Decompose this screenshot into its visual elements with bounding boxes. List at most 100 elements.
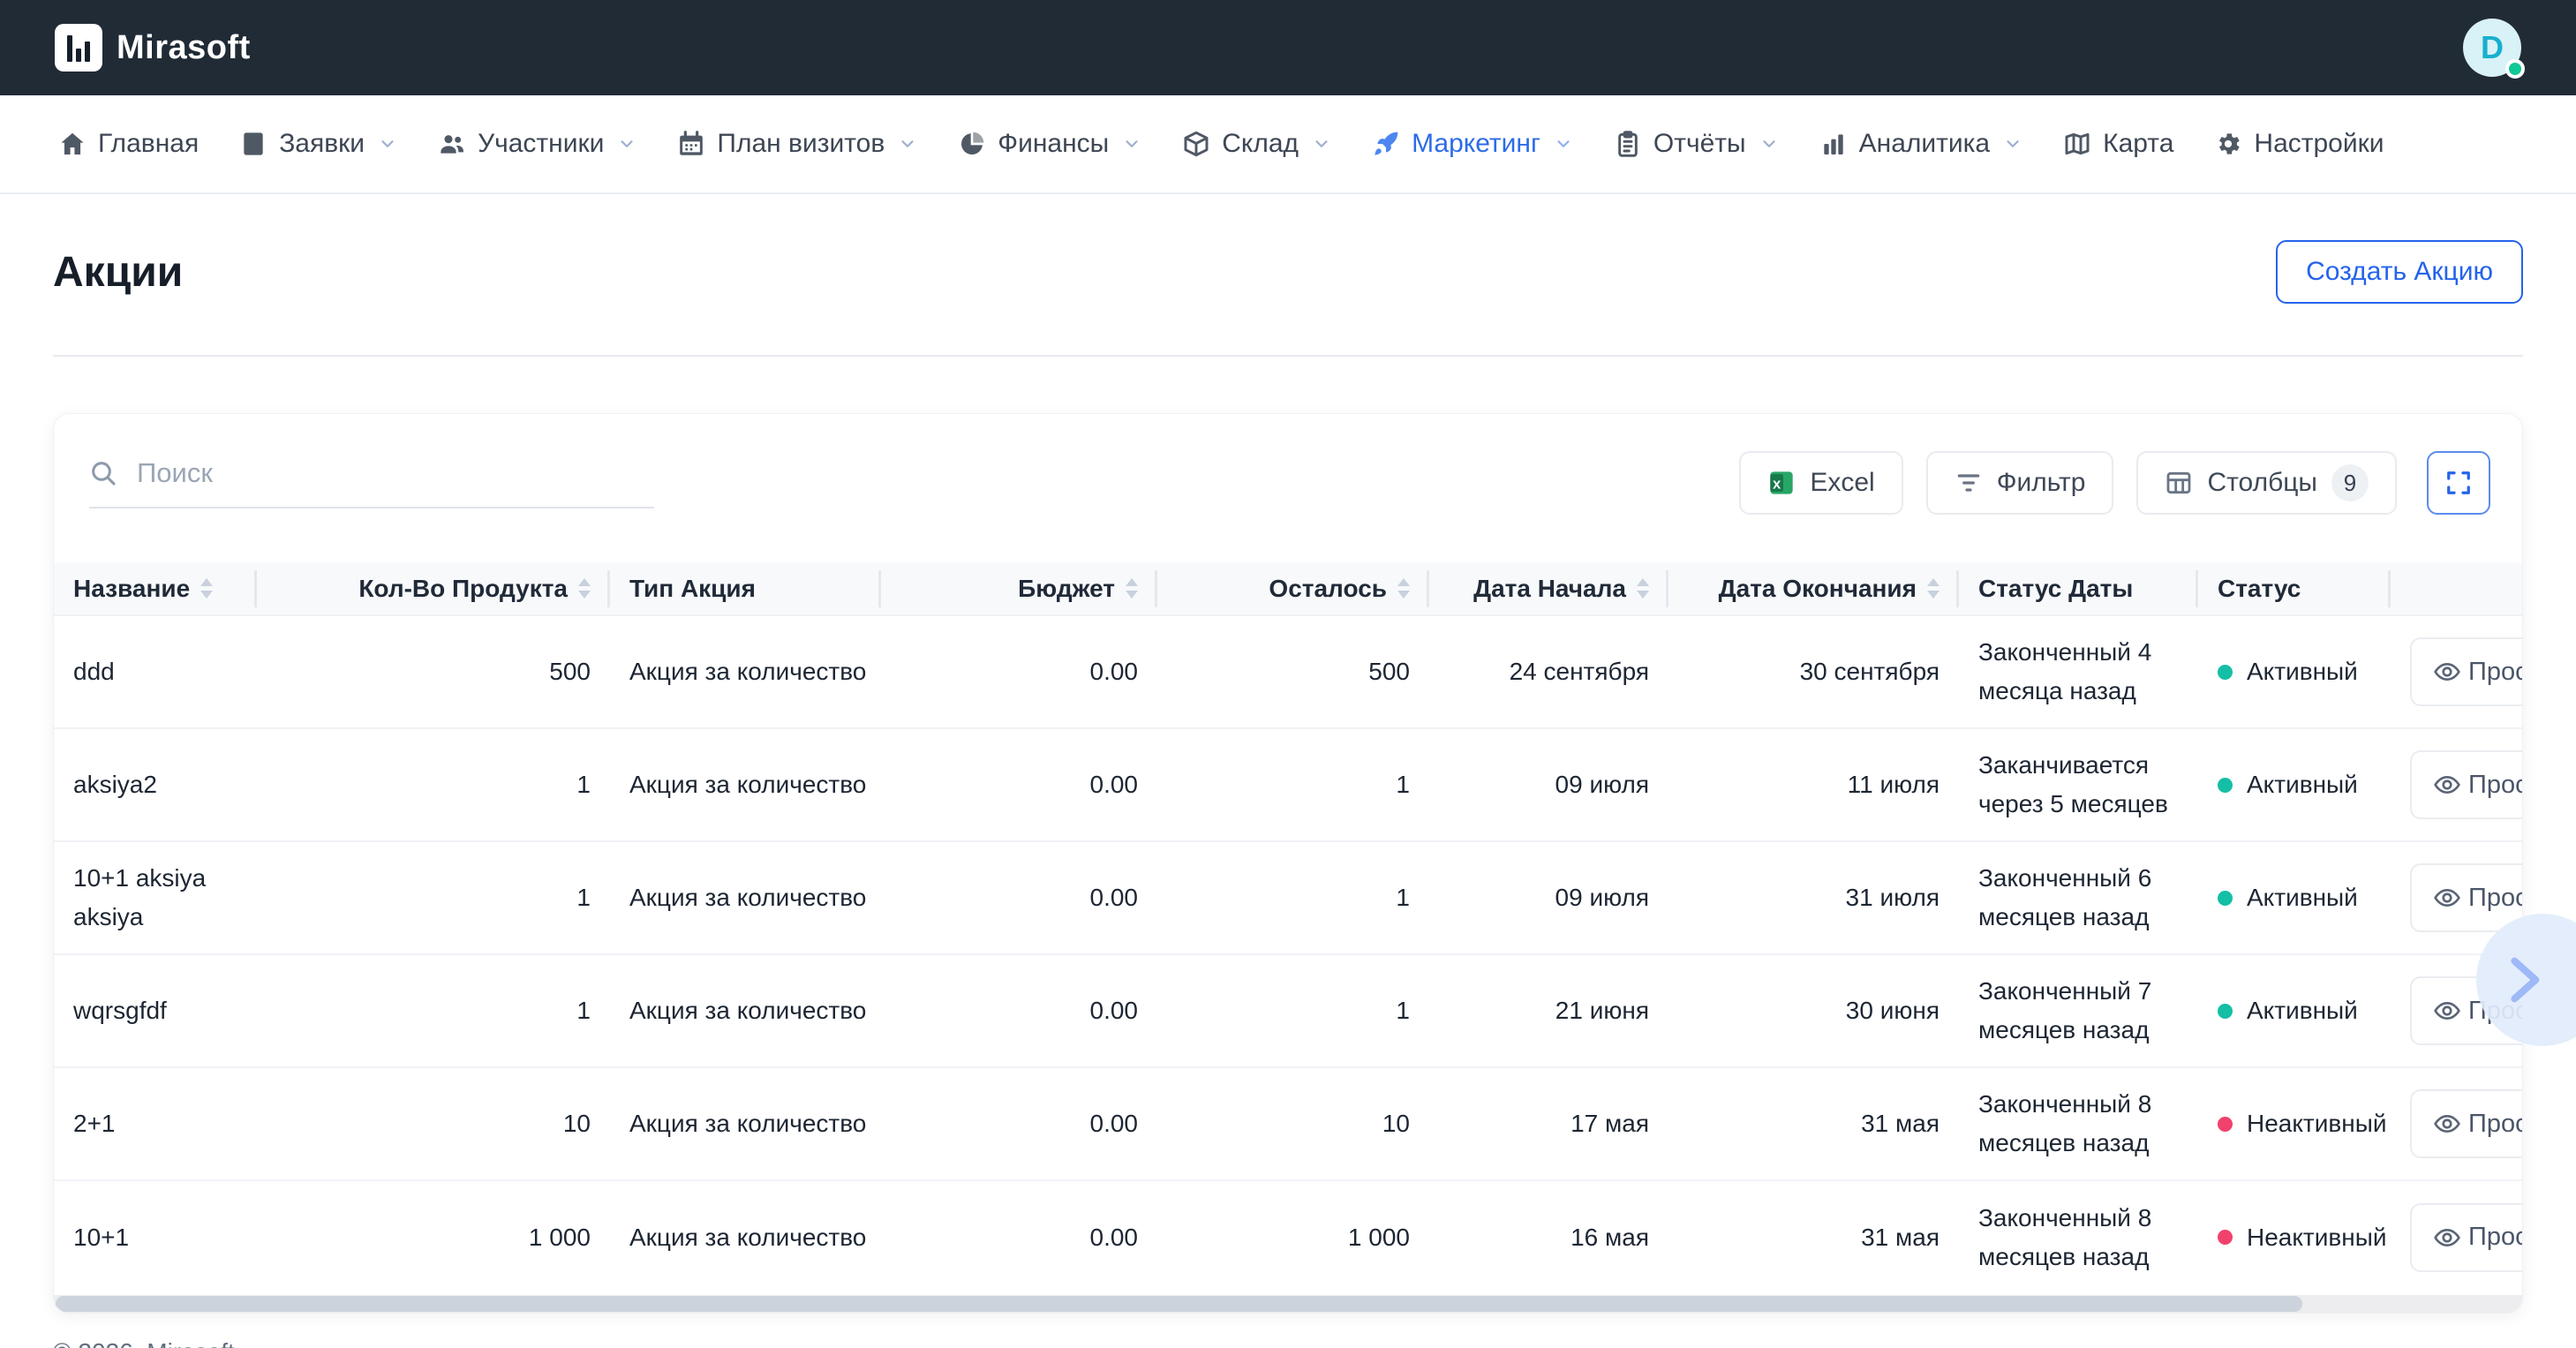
- cell-status: Активный: [2198, 728, 2391, 841]
- column-header-end-date[interactable]: Дата Окончания: [1668, 562, 1959, 615]
- scrollbar-thumb[interactable]: [56, 1296, 2302, 1312]
- table-header-row: Название Кол-Во Продукта Тип Акция Бюдже…: [54, 562, 2522, 615]
- chevron-down-icon: [898, 134, 917, 154]
- view-button[interactable]: Просмотр: [2410, 1203, 2522, 1272]
- chevron-down-icon: [1312, 134, 1331, 154]
- columns-button[interactable]: Столбцы 9: [2136, 451, 2397, 515]
- cell-qty: 1: [257, 841, 610, 954]
- filter-icon: [1955, 469, 1983, 497]
- eye-icon: [2433, 884, 2461, 912]
- excel-export-button[interactable]: x Excel: [1739, 451, 1902, 515]
- view-button[interactable]: Просмотр: [2410, 1089, 2522, 1158]
- status-label: Неактивный: [2247, 1218, 2387, 1257]
- column-header-budget[interactable]: Бюджет: [881, 562, 1157, 615]
- copyright-text: © 2026, Mirasoft: [53, 1338, 2523, 1348]
- chevron-down-icon: [1759, 134, 1779, 154]
- cell-name: 10+1: [54, 1180, 257, 1293]
- cell-remaining: 1 000: [1157, 1180, 1429, 1293]
- table-toolbar: x Excel Фильтр Столбцы 9: [54, 414, 2522, 562]
- nav-item-finance[interactable]: Финансы: [958, 129, 1141, 159]
- sort-icon: [1126, 578, 1138, 599]
- cell-date_status: Заканчивается через 5 месяцев: [1959, 728, 2198, 841]
- cell-status: Активный: [2198, 954, 2391, 1067]
- clipboard-icon: [1614, 130, 1642, 158]
- chevron-down-icon: [1554, 134, 1573, 154]
- cell-action: Просмотр: [2391, 1067, 2522, 1180]
- pie-chart-icon: [958, 130, 986, 158]
- cell-budget: 0.00: [881, 954, 1157, 1067]
- table-row: 10+11 000Акция за количество0.001 00016 …: [54, 1180, 2522, 1293]
- cell-qty: 500: [257, 615, 610, 728]
- nav-item-reports[interactable]: Отчёты: [1614, 129, 1779, 159]
- nav-item-warehouse[interactable]: Склад: [1182, 129, 1331, 159]
- cell-budget: 0.00: [881, 615, 1157, 728]
- view-button[interactable]: Просмотр: [2410, 637, 2522, 706]
- nav-item-participants[interactable]: Участники: [438, 129, 636, 159]
- promotions-panel: x Excel Фильтр Столбцы 9: [53, 413, 2523, 1314]
- column-header-name[interactable]: Название: [54, 562, 257, 615]
- bar-chart-icon: [1819, 130, 1848, 158]
- view-button[interactable]: Просмотр: [2410, 750, 2522, 819]
- cell-name: 2+1: [54, 1067, 257, 1180]
- column-header-remaining[interactable]: Осталось: [1157, 562, 1429, 615]
- cell-budget: 0.00: [881, 841, 1157, 954]
- column-header-start-date[interactable]: Дата Начала: [1429, 562, 1668, 615]
- status-label: Активный: [2247, 878, 2358, 917]
- cell-status: Активный: [2198, 841, 2391, 954]
- cell-qty: 1: [257, 954, 610, 1067]
- table-scroll-area[interactable]: Название Кол-Во Продукта Тип Акция Бюдже…: [54, 562, 2522, 1293]
- cell-remaining: 1: [1157, 954, 1429, 1067]
- columns-count-badge: 9: [2331, 464, 2369, 501]
- nav-item-visit-plan[interactable]: План визитов: [677, 129, 917, 159]
- cell-start: 21 июня: [1429, 954, 1668, 1067]
- column-header-actions: [2391, 562, 2522, 615]
- filter-button[interactable]: Фильтр: [1926, 451, 2114, 515]
- cell-remaining: 10: [1157, 1067, 1429, 1180]
- brand-name: Mirasoft: [117, 29, 251, 67]
- user-avatar[interactable]: D: [2463, 19, 2521, 77]
- cell-date_status: Законченный 8 месяцев назад: [1959, 1067, 2198, 1180]
- column-header-qty[interactable]: Кол-Во Продукта: [257, 562, 610, 615]
- cell-action: Просмотр: [2391, 1180, 2522, 1293]
- column-header-date-status: Статус Даты: [1959, 562, 2198, 615]
- column-header-status: Статус: [2198, 562, 2391, 615]
- calendar-icon: [677, 130, 705, 158]
- sort-icon: [1397, 578, 1410, 599]
- nav-item-marketing[interactable]: Маркетинг: [1372, 129, 1573, 159]
- users-icon: [438, 130, 466, 158]
- cell-end: 11 июля: [1668, 728, 1959, 841]
- cell-remaining: 500: [1157, 615, 1429, 728]
- view-button-label: Просмотр: [2468, 1223, 2522, 1252]
- cell-qty: 10: [257, 1067, 610, 1180]
- status-dot: [2218, 1230, 2233, 1245]
- nav-item-map[interactable]: Карта: [2063, 129, 2173, 159]
- status-dot: [2218, 1117, 2233, 1132]
- column-header-type: Тип Акция: [610, 562, 881, 615]
- cell-name: 10+1 aksiya aksiya: [54, 841, 257, 954]
- nav-item-requests[interactable]: Заявки: [239, 129, 397, 159]
- nav-item-home[interactable]: Главная: [58, 129, 199, 159]
- cell-end: 30 июня: [1668, 954, 1959, 1067]
- table-row: 10+1 aksiya aksiya1Акция за количество0.…: [54, 841, 2522, 954]
- create-promotion-button[interactable]: Создать Акцию: [2276, 240, 2523, 304]
- search-input[interactable]: [137, 457, 654, 489]
- cell-type: Акция за количество: [610, 841, 881, 954]
- nav-item-analytics[interactable]: Аналитика: [1819, 129, 2023, 159]
- page-content: Акции Создать Акцию x Excel Фильтр: [0, 240, 2576, 1348]
- view-button[interactable]: Просмотр: [2410, 863, 2522, 932]
- title-divider: [53, 355, 2523, 357]
- eye-icon: [2433, 771, 2461, 799]
- eye-icon: [2433, 658, 2461, 686]
- search-field[interactable]: [89, 457, 654, 508]
- brand-logo[interactable]: Mirasoft: [55, 24, 251, 72]
- cell-status: Активный: [2198, 615, 2391, 728]
- nav-item-settings[interactable]: Настройки: [2214, 129, 2384, 159]
- cell-start: 17 мая: [1429, 1067, 1668, 1180]
- horizontal-scrollbar[interactable]: [54, 1295, 2522, 1313]
- status-label: Неактивный: [2247, 1104, 2387, 1143]
- gear-icon: [2214, 130, 2242, 158]
- cell-date_status: Законченный 6 месяцев назад: [1959, 841, 2198, 954]
- topbar: Mirasoft D: [0, 0, 2576, 95]
- cell-qty: 1 000: [257, 1180, 610, 1293]
- fullscreen-button[interactable]: [2427, 451, 2490, 515]
